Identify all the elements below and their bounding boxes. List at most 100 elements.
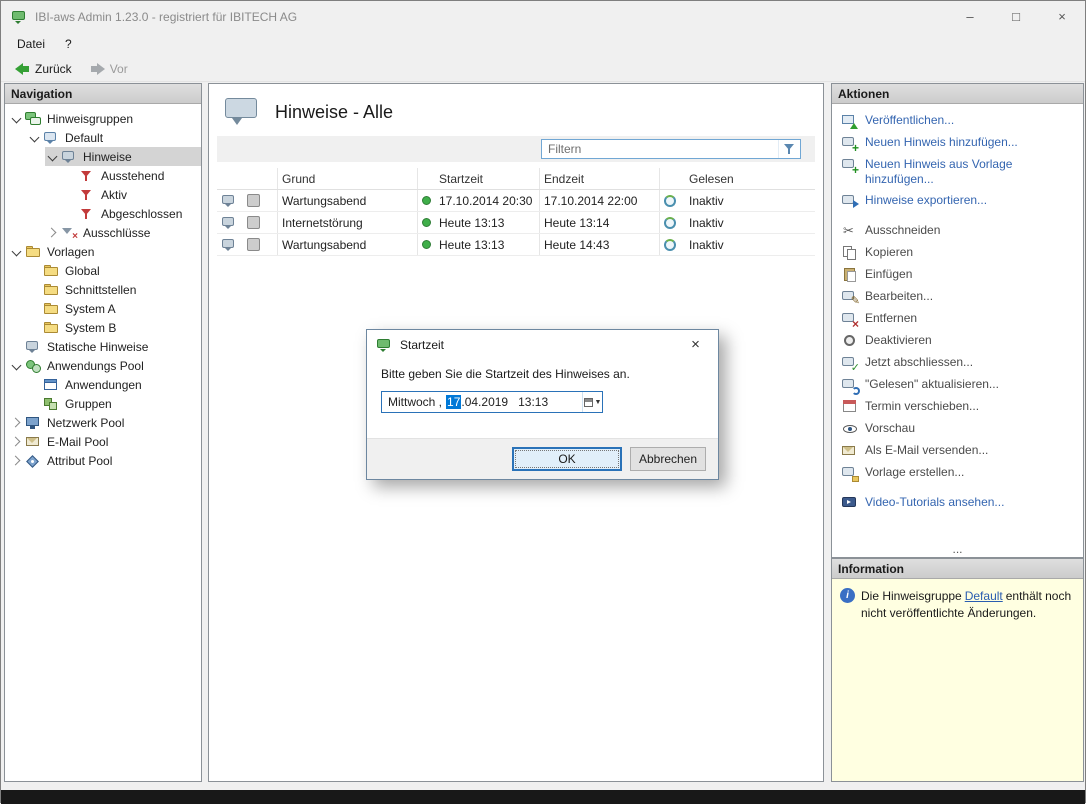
action-hinweis-aus-vorlage[interactable]: Neuen Hinweis aus Vorlage hinzufügen... [840,154,1079,190]
ok-button[interactable]: OK [512,447,622,471]
window-title: IBI-aws Admin 1.23.0 - registriert für I… [35,10,297,24]
col-status [417,168,435,189]
action-vorschau[interactable]: Vorschau [840,418,1079,440]
action-bearbeiten[interactable]: Bearbeiten... [840,286,1079,308]
tree-item-netzwerk-pool[interactable]: Netzwerk Pool [9,413,201,432]
chevron-down-icon[interactable] [9,111,25,127]
table-row[interactable]: Wartungsabend 17.10.2014 20:30 17.10.201… [217,190,815,212]
action-als-email-versenden[interactable]: Als E-Mail versenden... [840,440,1079,462]
tree-item-abgeschlossen[interactable]: Abgeschlossen [63,204,201,223]
dialog-close-button[interactable]: × [673,330,718,359]
tree-item-default[interactable]: Default [27,128,201,147]
cancel-button[interactable]: Abbrechen [630,447,706,471]
hinweis-bubble-icon [25,339,43,355]
dialog-titlebar[interactable]: Startzeit × [367,330,718,359]
chevron-right-icon[interactable] [45,225,61,241]
tree-item-system-b[interactable]: System B [27,318,201,337]
action-gelesen-aktualisieren[interactable]: "Gelesen" aktualisieren... [840,374,1079,396]
col-gelesen[interactable]: Gelesen [685,168,815,189]
tree-item-anwendungs-pool[interactable]: Anwendungs Pool [9,356,201,375]
filter-field [541,139,801,159]
table-header: Grund Startzeit Endzeit Gelesen [217,168,815,190]
datetime-picker[interactable]: Mittwoch ,17.04.201913:13 ▼ [381,391,603,413]
menu-help[interactable]: ? [55,34,82,54]
minimize-button[interactable]: – [947,1,993,32]
chevron-down-icon[interactable] [9,358,25,374]
attribut-icon [25,453,43,469]
tree-item-email-pool[interactable]: E-Mail Pool [9,432,201,451]
tree-item-anwendungen[interactable]: Anwendungen [27,375,201,394]
datetime-value[interactable]: Mittwoch ,17.04.201913:13 [382,395,582,409]
filter-icon [79,206,97,222]
action-ausschneiden[interactable]: Ausschneiden [840,220,1079,242]
col-grund[interactable]: Grund [277,168,417,189]
add-hinweis-icon [842,135,858,151]
tree-item-hinweise[interactable]: Hinweise [45,147,201,166]
tree-item-vorlagen[interactable]: Vorlagen [9,242,201,261]
action-termin-verschieben[interactable]: Termin verschieben... [840,396,1079,418]
forward-label: Vor [110,62,128,76]
table-row[interactable]: Internetstörung Heute 13:13 Heute 13:14 … [217,212,815,234]
selected-day-segment[interactable]: 17 [446,395,461,409]
action-video-tutorials[interactable]: Video-Tutorials ansehen... [840,492,1079,514]
chevron-down-icon[interactable] [27,130,43,146]
chevron-right-icon[interactable] [9,434,25,450]
video-icon [842,495,858,511]
actions-overflow-indicator[interactable]: ... [832,544,1083,556]
finish-icon [842,355,858,371]
tree-item-gruppen[interactable]: Gruppen [27,394,201,413]
chevron-down-icon: ▼ [595,399,602,406]
tree-item-system-a[interactable]: System A [27,299,201,318]
actions-header: Aktionen [832,84,1083,104]
default-group-link[interactable]: Default [965,589,1003,603]
col-endzeit[interactable]: Endzeit [539,168,659,189]
forward-button[interactable]: Vor [82,59,136,79]
navigation-panel: Navigation Hinweisgruppen Default Hinwei… [4,83,202,782]
back-button[interactable]: Zurück [7,59,80,79]
tree-item-hinweisgruppen[interactable]: Hinweisgruppen [9,109,201,128]
page-title: Hinweise - Alle [275,102,393,123]
tree-item-ausschluesse[interactable]: Ausschlüsse [45,223,201,242]
filter-input[interactable] [542,142,778,156]
filter-funnel-icon[interactable] [778,140,800,158]
tree-item-statische-hinweise[interactable]: Statische Hinweise [9,337,201,356]
chevron-right-icon[interactable] [9,415,25,431]
folder-icon [43,263,61,279]
col-startzeit[interactable]: Startzeit [435,168,539,189]
chevron-right-icon[interactable] [9,453,25,469]
action-einfuegen[interactable]: Einfügen [840,264,1079,286]
menu-datei[interactable]: Datei [7,34,55,54]
dialog-icon [376,337,392,353]
action-jetzt-abschliessen[interactable]: Jetzt abschliessen... [840,352,1079,374]
action-kopieren[interactable]: Kopieren [840,242,1079,264]
toolbar: Zurück Vor [1,56,1085,82]
col-icon2 [243,168,277,189]
tree-item-global[interactable]: Global [27,261,201,280]
cell-endzeit: 17.10.2014 22:00 [539,190,659,211]
tree-item-ausstehend[interactable]: Ausstehend [63,166,201,185]
vorlagen-icon [25,244,43,260]
action-veroeffentlichen[interactable]: Veröffentlichen... [840,110,1079,132]
cell-gelesen: Inaktiv [685,190,815,211]
chevron-down-icon[interactable] [9,244,25,260]
filter-bar [217,136,815,162]
table-row[interactable]: Wartungsabend Heute 13:13 Heute 14:43 In… [217,234,815,256]
hinweise-page-icon [225,98,259,126]
tree-item-aktiv[interactable]: Aktiv [63,185,201,204]
gruppen-icon [43,396,61,412]
close-button[interactable]: × [1039,1,1085,32]
titlebar[interactable]: IBI-aws Admin 1.23.0 - registriert für I… [1,1,1085,32]
tree-item-attribut-pool[interactable]: Attribut Pool [9,451,201,470]
copy-icon [842,245,858,261]
action-hinweise-exportieren[interactable]: Hinweise exportieren... [840,190,1079,212]
add-from-template-icon [842,157,858,173]
datetime-dropdown-button[interactable]: ▼ [582,392,602,412]
maximize-button[interactable]: □ [993,1,1039,32]
remove-icon [842,311,858,327]
tree-item-schnittstellen[interactable]: Schnittstellen [27,280,201,299]
action-deaktivieren[interactable]: Deaktivieren [840,330,1079,352]
chevron-down-icon[interactable] [45,149,61,165]
action-entfernen[interactable]: Entfernen [840,308,1079,330]
action-neuer-hinweis[interactable]: Neuen Hinweis hinzufügen... [840,132,1079,154]
action-vorlage-erstellen[interactable]: Vorlage erstellen... [840,462,1079,484]
